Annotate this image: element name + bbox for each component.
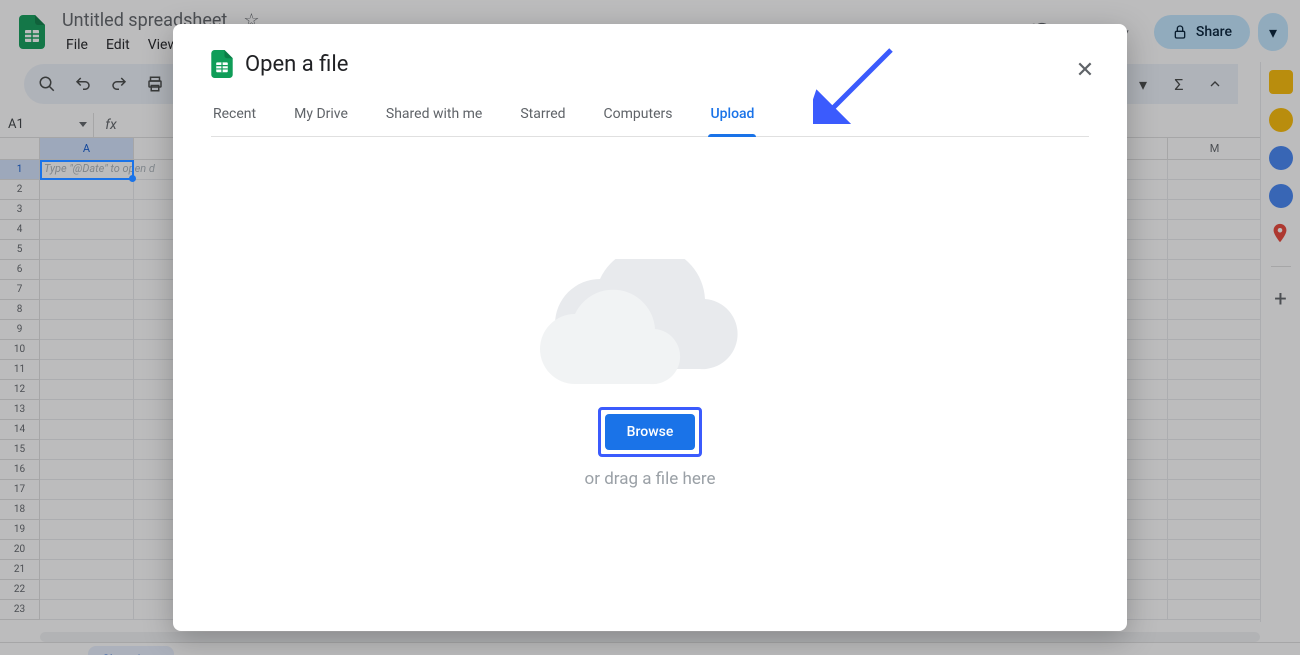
upload-dropzone[interactable]: Browse or drag a file here	[211, 137, 1089, 611]
dialog-title: Open a file	[245, 52, 348, 77]
modal-overlay: Open a file ✕ Recent My Drive Shared with …	[0, 0, 1300, 655]
close-icon[interactable]: ✕	[1065, 50, 1105, 90]
open-file-dialog: Open a file ✕ Recent My Drive Shared with …	[173, 24, 1127, 631]
cloud-icon	[530, 259, 770, 389]
tab-upload[interactable]: Upload	[708, 106, 756, 136]
tab-my-drive[interactable]: My Drive	[292, 106, 350, 136]
tab-starred[interactable]: Starred	[518, 106, 567, 136]
browse-button[interactable]: Browse	[605, 414, 696, 450]
browse-highlight: Browse	[598, 407, 703, 457]
drag-hint: or drag a file here	[585, 469, 716, 489]
selected-cell[interactable]	[40, 160, 134, 180]
tab-shared-with-me[interactable]: Shared with me	[384, 106, 484, 136]
sheets-icon	[211, 50, 233, 78]
tab-recent[interactable]: Recent	[211, 106, 258, 136]
tab-computers[interactable]: Computers	[602, 106, 675, 136]
